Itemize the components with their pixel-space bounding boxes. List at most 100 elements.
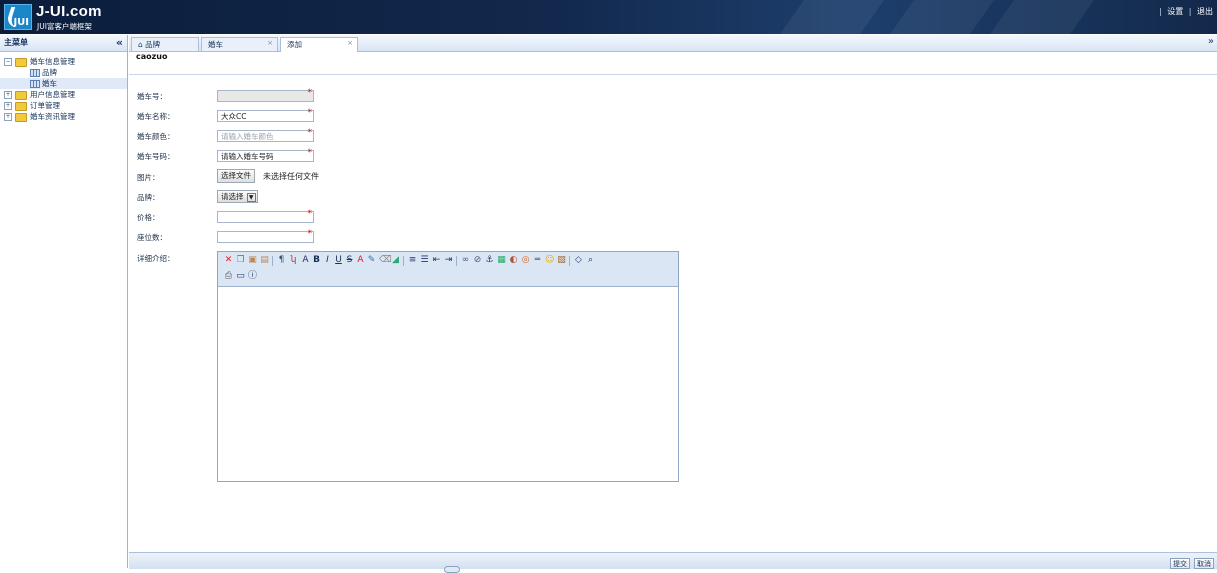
plus-icon[interactable]: + [4, 113, 12, 121]
bold-icon[interactable]: B [312, 256, 321, 265]
paste-text-icon[interactable]: ▤ [260, 256, 269, 265]
cancel-button[interactable]: 取消 [1194, 558, 1214, 569]
tree-node-news[interactable]: + 婚车资讯管理 [0, 111, 127, 122]
car-name-input[interactable]: 大众CC * [217, 108, 314, 122]
indent-icon[interactable]: ⇥ [444, 256, 453, 265]
font-icon[interactable]: ʮ [289, 256, 298, 265]
price-input[interactable]: * [217, 209, 314, 223]
jui-logo-icon: JUI [4, 4, 32, 30]
dropdown-arrow-icon: ▼ [246, 193, 256, 202]
close-icon[interactable]: × [347, 37, 353, 50]
tree-node-car-info[interactable]: − 婚车信息管理 [0, 56, 127, 67]
car-plate-label: 婚车号码： [137, 152, 175, 161]
choose-file-button[interactable]: 选择文件 [217, 169, 255, 183]
print-icon[interactable]: ⎙ [224, 272, 233, 281]
eraser-icon[interactable]: ⌫ [379, 256, 392, 265]
list-icon[interactable]: ☰ [420, 256, 429, 265]
grid-icon [30, 69, 40, 77]
header-decoration [878, 0, 1002, 34]
resize-handle[interactable] [444, 566, 460, 573]
sidebar: 主菜单 « − 婚车信息管理 品牌 婚车 + 用户信息管理 + 订单管理 + 婚车资讯管… [0, 35, 128, 568]
seats-input[interactable]: * [217, 229, 314, 243]
tab-brand[interactable]: ⌂ 品牌 [131, 37, 199, 51]
brand-name: J-UI.com [36, 3, 102, 20]
tab-add[interactable]: 添加 × [280, 37, 358, 52]
menu-tree: − 婚车信息管理 品牌 婚车 + 用户信息管理 + 订单管理 + 婚车资讯管理 [0, 52, 127, 122]
fullscreen-icon[interactable]: ▭ [236, 272, 245, 281]
highlight-icon[interactable]: ✎ [367, 256, 376, 265]
tree-node-car[interactable]: 婚车 [0, 78, 127, 89]
folder-icon [15, 101, 27, 111]
sidebar-title: 主菜单 [4, 38, 28, 47]
emoticon-icon[interactable]: ☺ [545, 256, 554, 265]
source-icon[interactable]: ◇ [574, 256, 583, 265]
car-name-label: 婚车名称： [137, 112, 175, 121]
file-status: 未选择任何文件 [263, 172, 319, 181]
font-size-icon[interactable]: A [301, 256, 310, 265]
unlink-icon[interactable]: ⊘ [473, 256, 482, 265]
description-editor[interactable]: ✕ ❐ ▣ ▤ ¶ ʮ A B I U S A ✎ ⌫ ◢ ≡ ☰ ⇤ ⇥ ∞ … [217, 251, 679, 482]
car-no-label: 婚车号： [137, 92, 167, 101]
tree-node-user-info[interactable]: + 用户信息管理 [0, 89, 127, 100]
editor-content[interactable] [218, 287, 678, 482]
media-icon[interactable]: ◎ [521, 256, 530, 265]
outdent-icon[interactable]: ⇤ [432, 256, 441, 265]
text-color-icon[interactable]: A [356, 256, 365, 265]
about-icon[interactable]: ⓘ [248, 272, 257, 281]
underline-icon[interactable]: U [334, 256, 343, 265]
strikethrough-icon[interactable]: S [345, 256, 354, 265]
link-icon[interactable]: ∞ [461, 256, 470, 265]
form-footer: 提交 取消 [129, 552, 1217, 573]
folder-icon [15, 90, 27, 100]
italic-icon[interactable]: I [323, 256, 332, 265]
format-icon[interactable]: ¶ [277, 256, 286, 265]
copy-icon[interactable]: ❐ [236, 256, 245, 265]
align-icon[interactable]: ≡ [408, 256, 417, 265]
collapse-sidebar-icon[interactable]: « [116, 35, 123, 51]
price-label: 价格： [137, 213, 160, 222]
car-color-input[interactable]: 请输入婚车颜色 * [217, 128, 314, 142]
folder-icon [15, 57, 27, 67]
seats-label: 座位数： [137, 233, 167, 242]
sidebar-header: 主菜单 « [0, 35, 127, 52]
remove-format-icon[interactable]: ◢ [391, 256, 400, 265]
image-icon[interactable]: ▦ [497, 256, 506, 265]
header-decoration [768, 0, 892, 34]
top-links: | 设置 | 退出 [1158, 7, 1213, 16]
brand-select[interactable]: 请选择 ▼ [217, 190, 258, 203]
app-header: JUI J-UI.com JUI富客户端框架 | 设置 | 退出 [0, 0, 1217, 34]
image-label: 图片： [137, 173, 160, 182]
minus-icon[interactable]: − [4, 58, 12, 66]
settings-link[interactable]: 设置 [1167, 7, 1183, 16]
close-icon[interactable]: × [267, 37, 273, 50]
plus-icon[interactable]: + [4, 102, 12, 110]
editor-toolbar: ✕ ❐ ▣ ▤ ¶ ʮ A B I U S A ✎ ⌫ ◢ ≡ ☰ ⇤ ⇥ ∞ … [218, 252, 678, 287]
tab-list-chevron-icon[interactable]: » [1208, 36, 1214, 47]
paste-icon[interactable]: ▣ [248, 256, 257, 265]
tree-node-orders[interactable]: + 订单管理 [0, 100, 127, 111]
description-label: 详细介绍： [137, 254, 175, 263]
car-no-input[interactable]: * [217, 88, 314, 102]
logout-link[interactable]: 退出 [1197, 7, 1213, 16]
tab-car[interactable]: 婚车 × [201, 37, 278, 51]
preview-icon[interactable]: ⌕ [586, 256, 595, 265]
flash-icon[interactable]: ◐ [509, 256, 518, 265]
brand-subtitle: JUI富客户端框架 [37, 22, 92, 31]
folder-icon [15, 112, 27, 122]
main-panel: ⌂ 品牌 婚车 × 添加 × » caozuo 婚车号： * 婚车名称： 大众CC *… [129, 35, 1217, 573]
car-plate-input[interactable]: 请输入婚车号码 * [217, 148, 314, 162]
table-icon[interactable]: ▧ [557, 256, 566, 265]
car-color-label: 婚车颜色： [137, 132, 175, 141]
tab-bar: ⌂ 品牌 婚车 × 添加 × » [129, 35, 1217, 52]
page-title: caozuo [129, 52, 1217, 75]
brand-label: 品牌： [137, 193, 160, 202]
anchor-icon[interactable]: ⚓ [485, 256, 494, 265]
submit-button[interactable]: 提交 [1170, 558, 1190, 569]
cut-icon[interactable]: ✕ [224, 256, 233, 265]
tree-node-brand[interactable]: 品牌 [0, 67, 127, 78]
header-decoration [978, 0, 1102, 34]
horizontal-rule-icon[interactable]: ═ [533, 256, 542, 265]
grid-icon [30, 80, 40, 88]
plus-icon[interactable]: + [4, 91, 12, 99]
home-icon: ⌂ [138, 40, 143, 49]
